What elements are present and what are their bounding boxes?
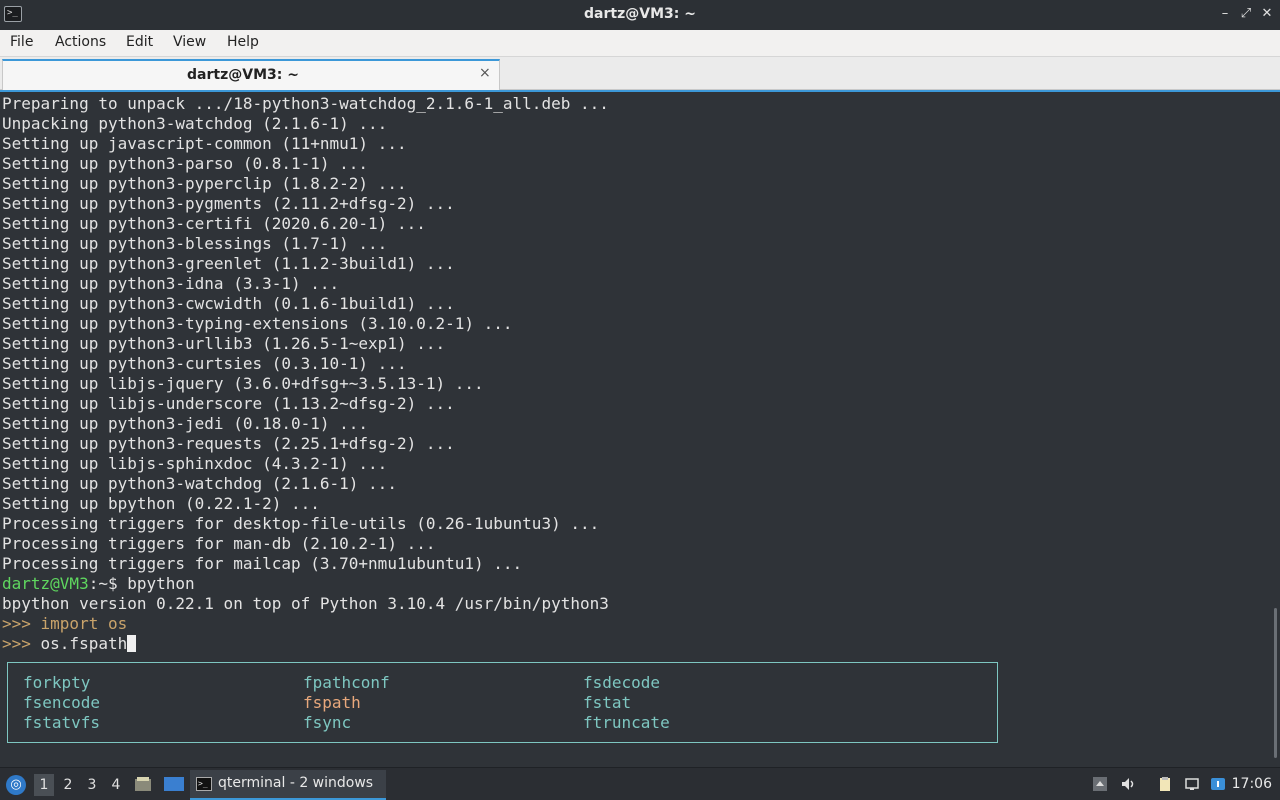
terminal-output-line: Setting up libjs-jquery (3.6.0+dfsg+~3.5… — [2, 374, 484, 393]
terminal-output-line: Unpacking python3-watchdog (2.1.6-1) ... — [2, 114, 388, 133]
terminal-output-line: Setting up python3-requests (2.25.1+dfsg… — [2, 434, 455, 453]
tab-label: dartz@VM3: ~ — [187, 67, 299, 83]
shell-prompt-path: :~$ — [88, 574, 128, 593]
eject-icon[interactable] — [1092, 776, 1108, 792]
terminal-output-line: Setting up python3-pygments (2.11.2+dfsg… — [2, 194, 455, 213]
terminal-output-line: Setting up python3-jedi (0.18.0-1) ... — [2, 414, 369, 433]
completion-item[interactable]: fsencode — [23, 693, 100, 712]
repl-prompt: >>> — [2, 614, 41, 633]
network-icon[interactable] — [1184, 776, 1200, 792]
bpython-banner: bpython version 0.22.1 on top of Python … — [2, 594, 609, 613]
completion-item[interactable]: fsync — [303, 713, 351, 732]
workspace-1[interactable]: 1 — [34, 774, 54, 796]
window-title: dartz@VM3: ~ — [584, 6, 696, 22]
completion-item[interactable]: forkpty — [23, 673, 90, 692]
terminal-output-line: Setting up python3-curtsies (0.3.10-1) .… — [2, 354, 407, 373]
show-desktop-icon[interactable] — [163, 776, 185, 792]
menu-actions[interactable]: Actions — [55, 34, 106, 50]
repl-input: os.fspath — [40, 634, 128, 653]
terminal-lines: Preparing to unpack .../18-python3-watch… — [2, 94, 1264, 654]
terminal-output-line: Setting up python3-typing-extensions (3.… — [2, 314, 513, 333]
tab-bar: dartz@VM3: ~ × — [0, 57, 1280, 90]
menu-file[interactable]: File — [10, 34, 33, 50]
terminal-output-line: Setting up javascript-common (11+nmu1) .… — [2, 134, 407, 153]
terminal-output-line: Preparing to unpack .../18-python3-watch… — [2, 94, 609, 113]
close-icon[interactable]: ✕ — [1258, 5, 1276, 23]
clipboard-icon[interactable] — [1157, 776, 1173, 792]
terminal-output-line: Setting up python3-cwcwidth (0.1.6-1buil… — [2, 294, 455, 313]
terminal-output-line: Setting up python3-certifi (2020.6.20-1)… — [2, 214, 426, 233]
scrollbar-thumb[interactable] — [1274, 608, 1277, 758]
repl-prompt: >>> — [2, 634, 41, 653]
minimize-icon[interactable]: – — [1216, 5, 1234, 23]
terminal-output-line: Setting up python3-parso (0.8.1-1) ... — [2, 154, 369, 173]
clock[interactable]: 17:06 — [1232, 776, 1272, 792]
task-label: qterminal - 2 windows — [218, 775, 374, 791]
maximize-icon[interactable]: ⤢ — [1237, 5, 1255, 23]
completion-item[interactable]: fstat — [583, 693, 631, 712]
terminal-output-line: Setting up python3-idna (3.3-1) ... — [2, 274, 340, 293]
menu-view[interactable]: View — [173, 34, 206, 50]
taskbar: ◎ 1 2 3 4 >_ qterminal - 2 windows 17:06 — [0, 767, 1280, 800]
terminal-output-line: Setting up libjs-sphinxdoc (4.3.2-1) ... — [2, 454, 388, 473]
terminal-output-line: Setting up libjs-underscore (1.13.2~dfsg… — [2, 394, 455, 413]
terminal-output-line: Processing triggers for mailcap (3.70+nm… — [2, 554, 523, 573]
shell-prompt-user: dartz@VM3 — [2, 574, 89, 593]
repl-input: import os — [40, 614, 128, 633]
terminal-output-line: Processing triggers for man-db (2.10.2-1… — [2, 534, 436, 553]
repl-line-current: >>> os.fspath — [2, 634, 1264, 654]
terminal-output-line: Setting up python3-greenlet (1.1.2-3buil… — [2, 254, 455, 273]
completion-item[interactable]: fpathconf — [303, 673, 390, 692]
terminal-output-line: Setting up bpython (0.22.1-2) ... — [2, 494, 320, 513]
task-qterminal[interactable]: >_ qterminal - 2 windows — [190, 770, 386, 800]
window-titlebar: >_ dartz@VM3: ~ – ⤢ ✕ — [0, 0, 1280, 30]
shell-prompt-line: dartz@VM3:~$ bpython — [2, 574, 1264, 594]
completion-box: forkpty fpathconf fsdecode fsencode fspa… — [7, 662, 998, 743]
terminal-output-line: Setting up python3-pyperclip (1.8.2-2) .… — [2, 174, 407, 193]
terminal-output[interactable]: Preparing to unpack .../18-python3-watch… — [0, 90, 1280, 767]
menu-help[interactable]: Help — [227, 34, 259, 50]
menu-bar: File Actions Edit View Help — [0, 30, 1280, 57]
tab-terminal[interactable]: dartz@VM3: ~ × — [2, 59, 500, 90]
update-notifier-icon[interactable] — [1210, 776, 1226, 792]
terminal-output-line: Setting up python3-urllib3 (1.26.5-1~exp… — [2, 334, 446, 353]
menu-edit[interactable]: Edit — [126, 34, 153, 50]
start-menu-icon[interactable]: ◎ — [6, 775, 26, 795]
terminal-output-line: Setting up python3-watchdog (2.1.6-1) ..… — [2, 474, 397, 493]
text-cursor — [127, 635, 137, 652]
completion-item[interactable]: ftruncate — [583, 713, 670, 732]
completion-item[interactable]: fsdecode — [583, 673, 660, 692]
terminal-output-line: Setting up python3-blessings (1.7-1) ... — [2, 234, 388, 253]
terminal-task-icon: >_ — [196, 777, 212, 791]
repl-line: >>> import os — [2, 614, 1264, 634]
completion-item-selected[interactable]: fspath — [303, 693, 361, 712]
completion-item[interactable]: fstatvfs — [23, 713, 100, 732]
workspace-3[interactable]: 3 — [82, 774, 102, 796]
terminal-output-line: Processing triggers for desktop-file-uti… — [2, 514, 600, 533]
volume-icon[interactable] — [1120, 776, 1136, 792]
shell-command: bpython — [127, 574, 195, 593]
workspace-4[interactable]: 4 — [106, 774, 126, 796]
workspace-2[interactable]: 2 — [58, 774, 78, 796]
file-manager-icon[interactable] — [134, 776, 152, 792]
tab-close-icon[interactable]: × — [479, 65, 491, 81]
